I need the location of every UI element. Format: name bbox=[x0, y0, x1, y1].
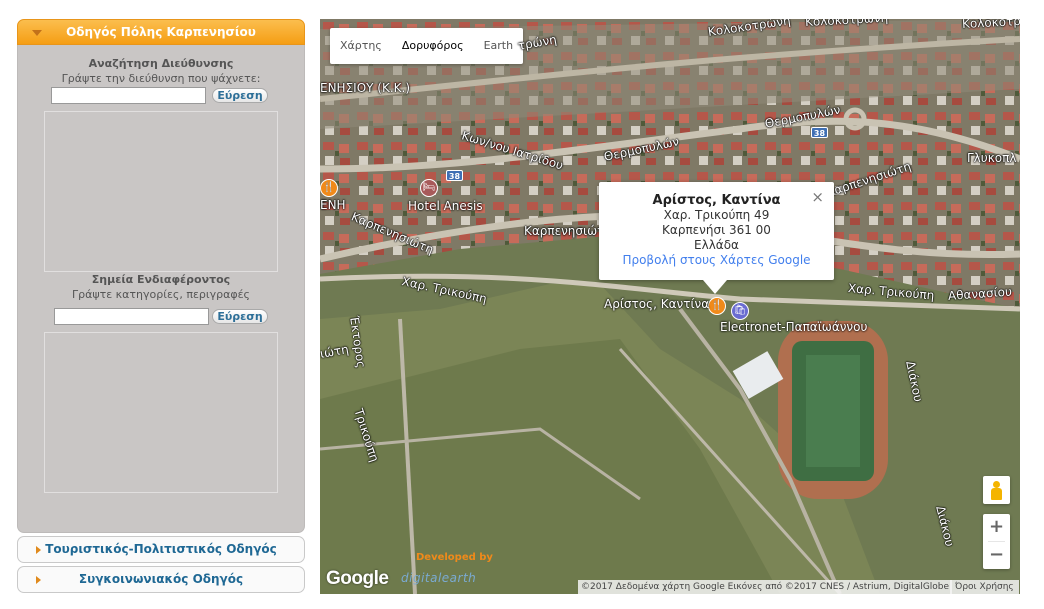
map-attribution: ©2017 Δεδομένα χάρτη Google Εικόνες από … bbox=[578, 580, 953, 594]
zoom-control: + − bbox=[983, 514, 1010, 569]
chevron-right-icon bbox=[36, 576, 41, 584]
map-type-map-button[interactable]: Χάρτης bbox=[330, 28, 392, 64]
poi-search-title: Σημεία Ενδιαφέροντος bbox=[91, 273, 231, 286]
restaurant-marker-icon[interactable]: 🍴 bbox=[320, 179, 338, 197]
info-window-street: Χαρ. Τρικούπη 49 bbox=[663, 208, 770, 222]
transport-guide-header[interactable]: Συγκοινωνιακός Οδηγός bbox=[17, 566, 305, 593]
google-logo: Google bbox=[326, 568, 389, 589]
address-search-input[interactable] bbox=[51, 87, 206, 104]
chevron-right-icon bbox=[36, 546, 41, 554]
close-icon[interactable]: × bbox=[811, 188, 824, 206]
info-window-city: Καρπενήσι 361 00 bbox=[662, 223, 771, 237]
route-shield: 38 bbox=[811, 127, 828, 138]
hotel-marker-icon[interactable]: 🛏 bbox=[420, 179, 438, 197]
address-search-title: Αναζήτηση Διεύθυνσης bbox=[88, 57, 234, 70]
info-window: × Αρίστος, Καντίνα Χαρ. Τρικούπη 49 Καρπ… bbox=[599, 182, 834, 294]
map-canvas[interactable]: Χάρτης Δορυφόρος Earth Κολοκοτρώνη Κολοκ… bbox=[320, 19, 1020, 594]
transport-guide-title: Συγκοινωνιακός Οδηγός bbox=[78, 572, 244, 586]
poi-label-electronet[interactable]: Electronet-Παπαϊωάννου bbox=[720, 320, 867, 334]
poi-results-box[interactable] bbox=[44, 332, 278, 493]
city-guide-title: Οδηγός Πόλης Καρπενησίου bbox=[66, 25, 256, 39]
developer-logo: digitalearth bbox=[401, 571, 477, 585]
poi-label-kantina[interactable]: Αρίστος, Καντίνα bbox=[604, 297, 709, 311]
info-window-title: Αρίστος, Καντίνα bbox=[652, 193, 781, 208]
route-shield: 38 bbox=[446, 170, 463, 181]
tourist-guide-header[interactable]: Τουριστικός-Πολιτιστικός Οδηγός bbox=[17, 536, 305, 563]
street-label: ΕΝΗ bbox=[320, 198, 346, 212]
developed-by-label: Developed by bbox=[416, 552, 493, 563]
city-guide-header[interactable]: Οδηγός Πόλης Καρπενησίου bbox=[17, 19, 305, 45]
zoom-in-button[interactable]: + bbox=[983, 514, 1010, 541]
map-type-control: Χάρτης Δορυφόρος Earth bbox=[330, 28, 524, 64]
street-view-pegman-icon[interactable] bbox=[983, 476, 1010, 504]
poi-label-hotel[interactable]: Hotel Anesis bbox=[408, 199, 483, 213]
chevron-down-icon bbox=[32, 30, 42, 36]
terms-of-use-link[interactable]: Όροι Χρήσης bbox=[950, 580, 1019, 594]
tourist-guide-title: Τουριστικός-Πολιτιστικός Οδηγός bbox=[45, 542, 277, 556]
street-label: Γλυκοπλ bbox=[967, 151, 1017, 165]
address-results-box[interactable] bbox=[44, 111, 278, 272]
address-search-hint: Γράψτε την διεύθυνση που ψάχνετε: bbox=[61, 72, 261, 85]
poi-search-button[interactable]: Εύρεση bbox=[212, 309, 268, 324]
city-guide-panel: Οδηγός Πόλης Καρπενησίου Αναζήτηση Διεύθ… bbox=[17, 19, 305, 533]
address-search-button[interactable]: Εύρεση bbox=[212, 88, 268, 103]
city-guide-body: Αναζήτηση Διεύθυνσης Γράψτε την διεύθυνσ… bbox=[17, 45, 305, 533]
poi-search-input[interactable] bbox=[54, 308, 209, 325]
view-in-google-maps-link[interactable]: Προβολή στους Χάρτες Google bbox=[599, 253, 834, 268]
map-type-satellite-button[interactable]: Δορυφόρος bbox=[392, 28, 474, 64]
info-window-country: Ελλάδα bbox=[694, 238, 739, 252]
shop-marker-icon[interactable]: 🛍 bbox=[731, 302, 749, 320]
map-type-earth-button[interactable]: Earth bbox=[474, 28, 524, 64]
restaurant-marker-icon[interactable]: 🍴 bbox=[708, 297, 726, 315]
poi-search-hint: Γράψτε κατηγορίες, περιγραφές bbox=[71, 288, 251, 301]
street-label: ΕΝΗΣΙΟΥ (Κ.Κ.) bbox=[320, 81, 411, 95]
zoom-out-button[interactable]: − bbox=[983, 542, 1010, 569]
